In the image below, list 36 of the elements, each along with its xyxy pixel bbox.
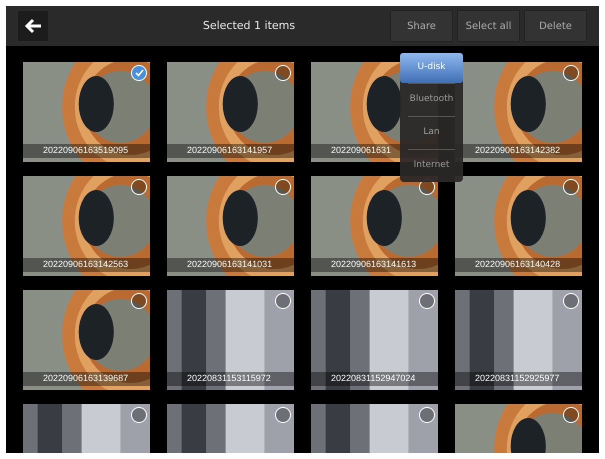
file-name: 20220906163141613 <box>331 258 416 272</box>
select-checkbox[interactable] <box>419 293 435 309</box>
select-checkbox[interactable] <box>419 407 435 423</box>
menu-item[interactable]: U-disk <box>400 53 463 83</box>
selection-title: Selected 1 items <box>202 18 296 34</box>
select-checkbox[interactable] <box>275 293 291 309</box>
menu-item[interactable]: Internet <box>400 150 463 182</box>
select-checkbox[interactable] <box>131 293 147 309</box>
select-checkbox[interactable] <box>275 407 291 423</box>
file-name: 20220906163140428 <box>475 258 560 272</box>
check-icon <box>134 69 144 77</box>
file-name: 20220906163142382 <box>475 144 560 158</box>
menu-item[interactable]: Lan <box>400 117 463 149</box>
file-name: 20220831152947024 <box>331 372 416 386</box>
toolbar-button[interactable]: Select all <box>457 10 520 42</box>
select-checkbox[interactable] <box>131 179 147 195</box>
file-name: 20220906163142563 <box>43 258 128 272</box>
toolbar-button[interactable]: Share <box>390 10 453 42</box>
file-name: 20220831153115972 <box>187 372 271 386</box>
file-name: 20220906163141031 <box>187 258 272 272</box>
select-checkbox[interactable] <box>275 179 291 195</box>
file-name: 202209061631 <box>331 144 392 158</box>
toolbar-button[interactable]: Delete <box>524 10 587 42</box>
back-arrow-icon <box>24 18 42 34</box>
back-button[interactable] <box>18 11 48 41</box>
select-checkbox[interactable] <box>131 407 147 423</box>
select-checkbox[interactable] <box>563 407 579 423</box>
select-checkbox[interactable] <box>563 65 579 81</box>
menu-item[interactable]: Bluetooth <box>400 84 463 116</box>
select-checkbox[interactable] <box>563 179 579 195</box>
file-name: 20220831152925977 <box>475 372 560 386</box>
select-checkbox[interactable] <box>275 65 291 81</box>
file-name: 20220906163141957 <box>187 144 272 158</box>
file-name: 20220906163519095 <box>43 144 128 158</box>
file-name: 20220906163139687 <box>43 372 128 386</box>
select-checkbox[interactable] <box>563 293 579 309</box>
